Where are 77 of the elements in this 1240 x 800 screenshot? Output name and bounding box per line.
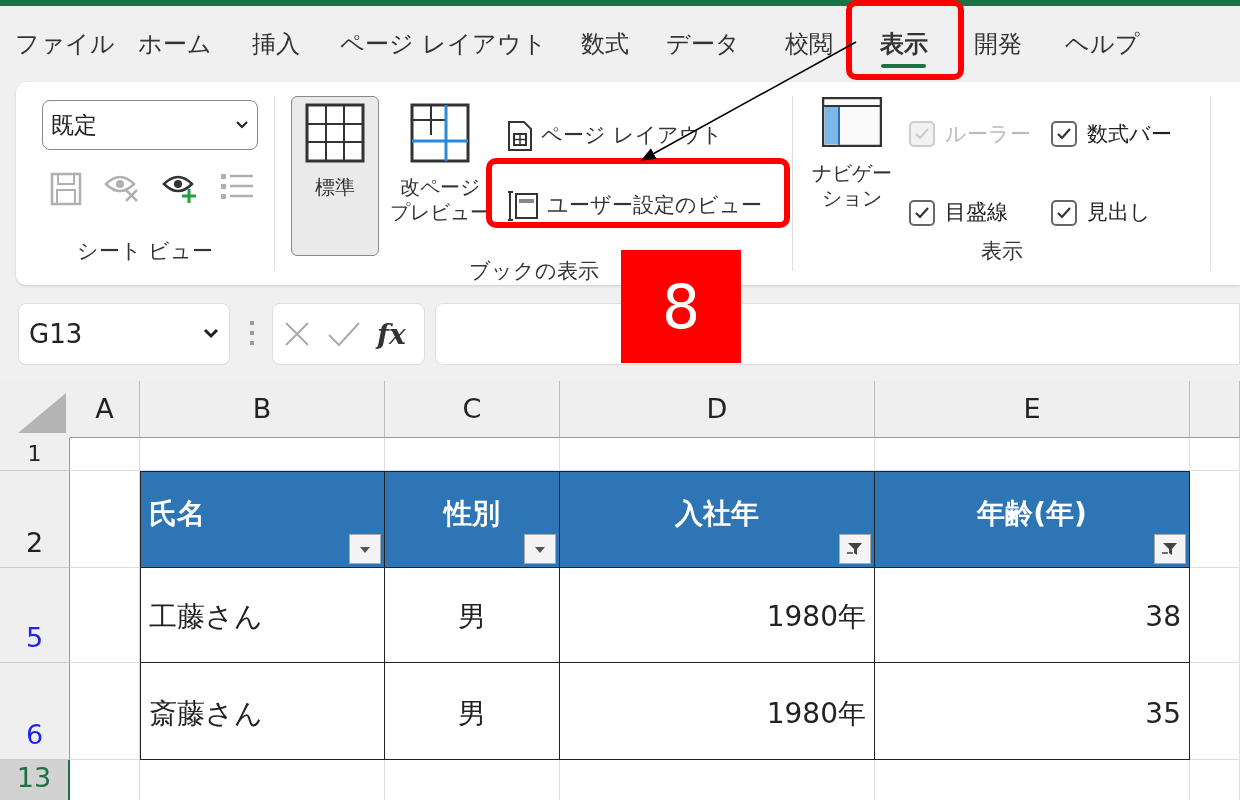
ribbon-tab[interactable]: 開発 xyxy=(950,6,1045,82)
column-header[interactable]: E xyxy=(875,381,1190,438)
view-button[interactable]: ユーザー設定のビュー xyxy=(507,190,762,222)
checkbox-label: ルーラー xyxy=(945,120,1031,148)
row-header[interactable]: 1 xyxy=(0,438,70,471)
ribbon-tab[interactable]: 数式 xyxy=(565,6,645,82)
filter-button[interactable] xyxy=(524,534,556,564)
insert-function-button[interactable]: fx xyxy=(377,317,406,351)
ribbon-tab[interactable]: 表示 xyxy=(857,6,950,82)
ribbon-tab[interactable]: 校閲 xyxy=(760,6,857,82)
page-break-icon xyxy=(410,103,470,163)
sheet-cell[interactable] xyxy=(70,438,140,471)
checkbox-label: 目盛線 xyxy=(945,199,1008,227)
sheet-cell[interactable] xyxy=(1190,568,1240,663)
checkbox-label: 数式バー xyxy=(1087,120,1172,148)
view-select[interactable]: 既定 xyxy=(42,100,258,150)
column-header[interactable]: B xyxy=(140,381,385,438)
group-label: ブックの表示 xyxy=(467,258,600,285)
sheet-cell[interactable] xyxy=(1190,471,1240,568)
heading-text: 性別 xyxy=(444,495,500,532)
view-button[interactable]: 標準 xyxy=(291,96,379,256)
ribbon-tab[interactable]: ページ レイアウト xyxy=(322,6,565,82)
custom-view-icon xyxy=(507,190,539,222)
heading-text: 入社年 xyxy=(675,495,759,532)
grip-icon xyxy=(249,321,255,345)
checkbox[interactable] xyxy=(1051,121,1077,148)
table-cell: 工藤さん xyxy=(140,568,385,663)
sheet-cell[interactable] xyxy=(70,663,140,760)
check-icon xyxy=(914,127,930,142)
table-cell: 男 xyxy=(385,663,560,760)
pane-icon xyxy=(822,97,882,147)
sheet-cell[interactable] xyxy=(1190,438,1240,471)
ribbon-tab[interactable]: ヘルプ xyxy=(1045,6,1160,82)
filter-button[interactable] xyxy=(839,534,871,564)
ribbon-tab[interactable]: 挿入 xyxy=(230,6,322,82)
table-cell: 1980年 xyxy=(560,568,875,663)
sheet-cell[interactable] xyxy=(70,568,140,663)
heading-text: 年齢(年) xyxy=(977,495,1087,532)
checkbox[interactable] xyxy=(1051,200,1077,227)
checkbox[interactable] xyxy=(909,200,935,227)
row-header[interactable]: 13 xyxy=(0,760,70,800)
check-icon[interactable] xyxy=(327,321,361,347)
row-header[interactable]: 5 xyxy=(0,568,70,663)
ribbon-tab[interactable]: ホーム xyxy=(120,6,230,82)
page-icon xyxy=(507,120,533,152)
group-label: 表示 xyxy=(979,237,1024,265)
group-label: シート ビュー xyxy=(75,237,215,265)
table-cell: 38 xyxy=(875,568,1190,663)
check-icon xyxy=(1056,206,1072,221)
column-header[interactable] xyxy=(1190,381,1240,438)
check-icon xyxy=(914,206,930,221)
close-icon[interactable] xyxy=(283,320,311,348)
table-cell: 1980年 xyxy=(560,663,875,760)
check-icon xyxy=(1056,127,1072,142)
funnel-icon xyxy=(1161,541,1179,557)
filter-button[interactable] xyxy=(1154,534,1186,564)
sheet-cell[interactable] xyxy=(1190,663,1240,760)
column-header[interactable]: D xyxy=(560,381,875,438)
ribbon-tab[interactable]: ファイル xyxy=(10,6,120,82)
checkbox-label: 見出し xyxy=(1087,199,1151,227)
chevron-down-icon xyxy=(235,120,249,130)
row-header[interactable]: 2 xyxy=(0,471,70,568)
funnel-icon xyxy=(846,541,864,557)
table-cell: 斎藤さん xyxy=(140,663,385,760)
ribbon-tab[interactable]: データ xyxy=(645,6,760,82)
table-cell: 35 xyxy=(875,663,1190,760)
column-header[interactable]: A xyxy=(70,381,140,438)
step-number: 8 xyxy=(621,250,741,363)
row-header[interactable]: 6 xyxy=(0,663,70,760)
column-header[interactable]: C xyxy=(385,381,560,438)
table-cell: 男 xyxy=(385,568,560,663)
grid-icon xyxy=(305,103,365,163)
filter-button[interactable] xyxy=(349,534,381,564)
name-box[interactable]: G13 xyxy=(18,303,230,365)
heading-text: 氏名 xyxy=(149,495,205,532)
navigation-button[interactable]: ナビゲー ション xyxy=(811,96,893,236)
chevron-down-icon xyxy=(203,328,219,340)
